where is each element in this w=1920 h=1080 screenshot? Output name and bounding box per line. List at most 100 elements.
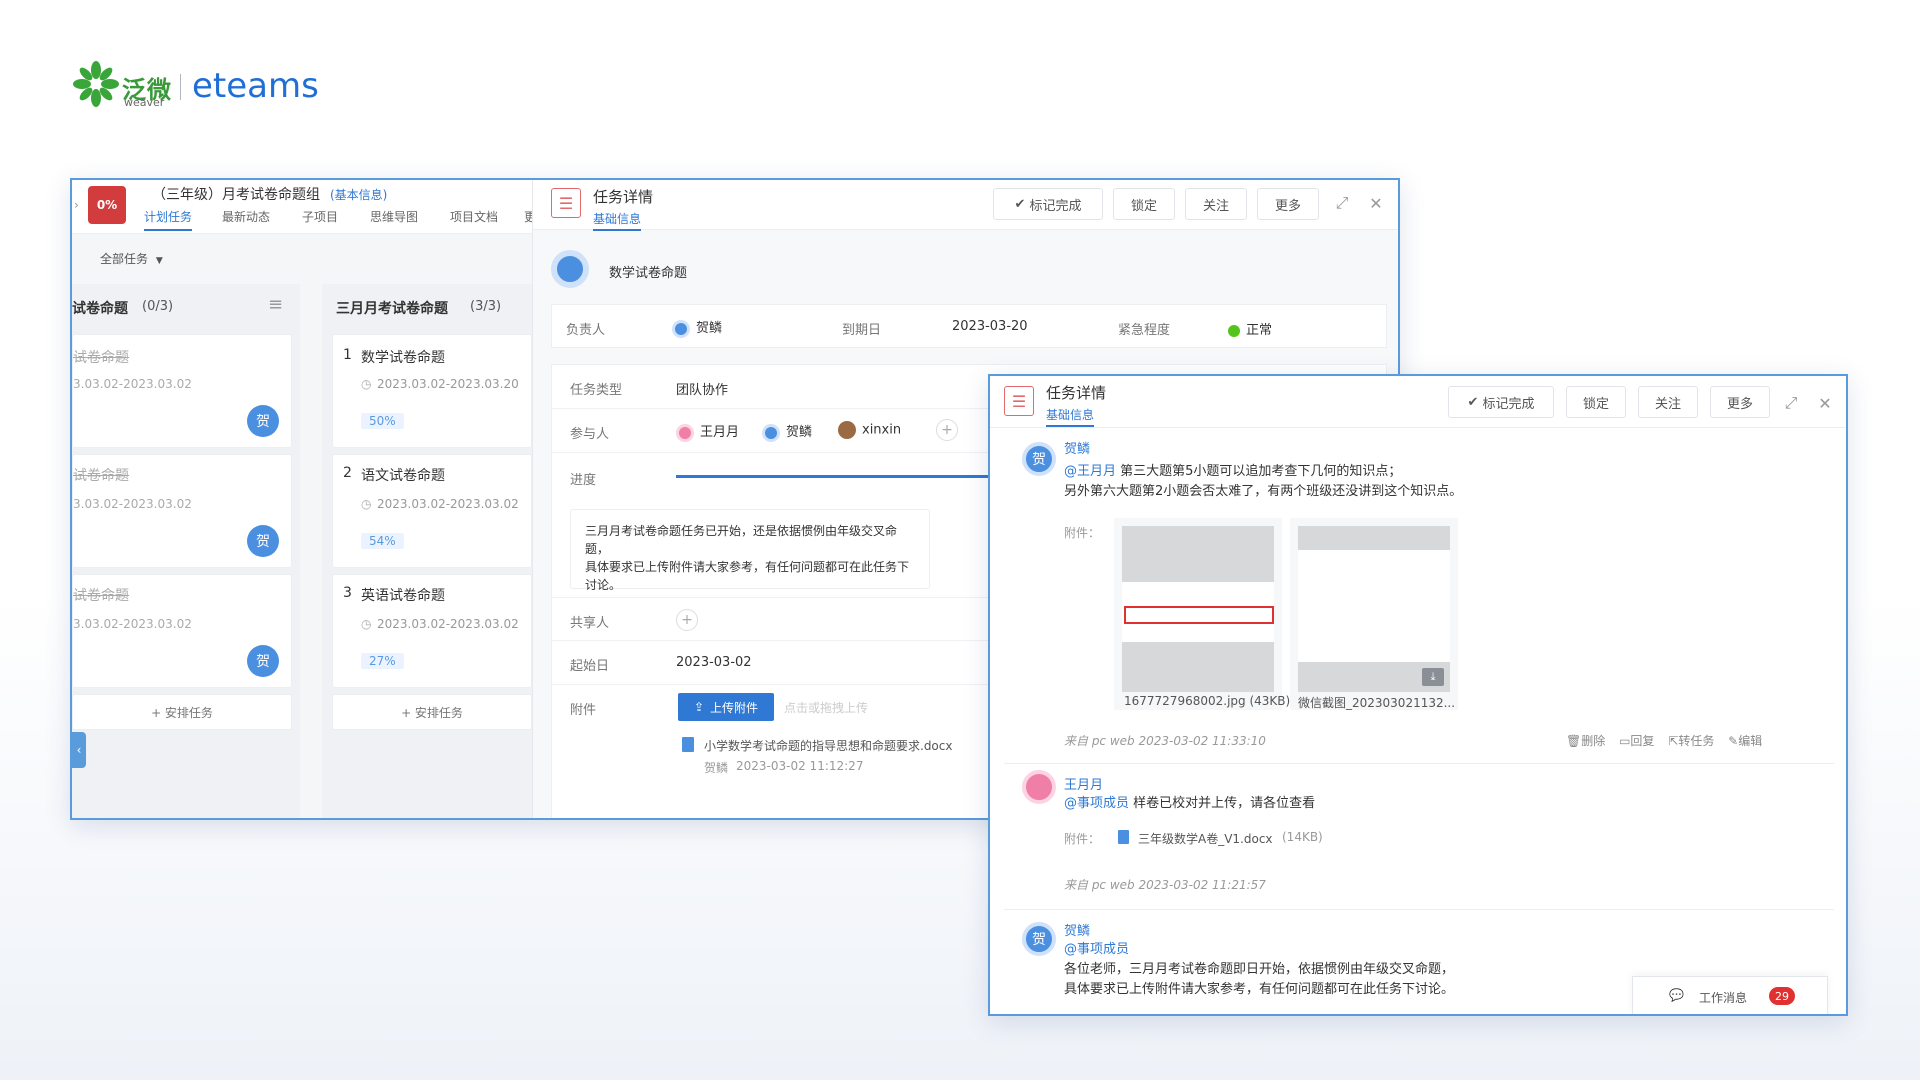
upload-hint[interactable]: 点击或拖拽上传 <box>784 699 868 716</box>
message-author[interactable]: 贺鳞 <box>1064 438 1090 457</box>
progress-label: 进度 <box>570 473 597 488</box>
weaver-flower-icon <box>73 61 119 107</box>
mention[interactable]: @王月月 <box>1064 464 1116 479</box>
progress-slider[interactable] <box>676 475 996 478</box>
tab-mind-map[interactable]: 思维导图 <box>370 208 418 225</box>
add-task-button[interactable]: + 安排任务 <box>72 694 292 730</box>
participant[interactable]: 王月月 <box>676 421 739 442</box>
tab-project-docs[interactable]: 项目文档 <box>450 208 498 225</box>
task-filter-dropdown[interactable]: 全部任务 ▼ <box>100 250 163 267</box>
progress-badge: 27% <box>361 653 404 669</box>
type-value[interactable]: 团队协作 <box>676 379 728 398</box>
chevron-right-icon[interactable]: › <box>74 198 79 212</box>
delete-action[interactable]: 删除 <box>1581 734 1605 748</box>
participant-name: 贺鳞 <box>786 425 813 440</box>
project-info-link[interactable]: (基本信息) <box>330 186 387 203</box>
task-card[interactable]: 试卷命题 3.03.02-2023.03.02 贺 <box>72 454 292 568</box>
task-name: 英语试卷命题 <box>361 588 445 604</box>
task-card[interactable]: 试卷命题 3.03.02-2023.03.02 贺 <box>72 574 292 688</box>
download-icon[interactable]: ⤓ <box>1422 668 1444 686</box>
to-task-action[interactable]: 转任务 <box>1678 734 1714 748</box>
urgency-text: 正常 <box>1246 323 1273 338</box>
message-body: @事项成员 样卷已校对并上传，请各位查看 <box>1064 794 1315 814</box>
upload-attachment-button[interactable]: ⇪ 上传附件 <box>678 693 774 721</box>
edit-action[interactable]: 编辑 <box>1738 734 1762 748</box>
attach-label: 附件： <box>1064 526 1101 540</box>
task-name: 试卷命题 <box>73 468 129 484</box>
tab-basic-info[interactable]: 基础信息 <box>1046 406 1095 427</box>
message-author[interactable]: 贺鳞 <box>1064 920 1090 939</box>
avatar <box>672 319 690 338</box>
column-count: (0/3) <box>142 299 174 314</box>
task-name: 数学试卷命题 <box>361 350 445 366</box>
expand-icon[interactable]: ⤢ <box>1782 393 1800 412</box>
add-task-button[interactable]: + 安排任务 <box>332 694 532 730</box>
task-card[interactable]: 3 英语试卷命题 ◷ 2023.03.02-2023.03.02 27% <box>332 574 532 688</box>
tab-subprojects[interactable]: 子项目 <box>302 208 338 225</box>
avatar: 贺 <box>247 645 279 677</box>
task-card[interactable]: 2 语文试卷命题 ◷ 2023.03.02-2023.03.02 54% <box>332 454 532 568</box>
project-tabs: 计划任务 最新动态 子项目 思维导图 项目文档 更 <box>144 208 536 232</box>
attachment-file-name[interactable]: 小学数学考试命题的指导思想和命题要求.docx <box>704 737 952 754</box>
image-attachment[interactable]: 1677727968002.jpg (43KB) <box>1114 518 1290 710</box>
clock-icon: ◷ <box>361 617 372 631</box>
project-title: （三年级）月考试卷命题组 <box>152 187 320 203</box>
word-file-icon <box>682 737 694 752</box>
reply-action[interactable]: 回复 <box>1630 734 1654 748</box>
tab-plan-tasks[interactable]: 计划任务 <box>144 208 193 231</box>
task-number: 3 <box>343 585 352 601</box>
detail-header: ☰ 任务详情 基础信息 ✔ 标记完成 锁定 关注 更多 ⤢ ✕ <box>533 180 1398 231</box>
add-participant-icon[interactable]: + <box>936 419 958 441</box>
tab-basic-info[interactable]: 基础信息 <box>593 210 642 231</box>
expand-icon[interactable]: ⤢ <box>1333 193 1351 212</box>
task-column-2: 三月月考试卷命题 (3/3) 1 数学试卷命题 ◷ 2023.03.02-202… <box>322 284 532 818</box>
mark-complete-button[interactable]: ✔ 标记完成 <box>993 188 1103 220</box>
participant[interactable]: xinxin <box>838 421 901 439</box>
message-actions: 🗑删除 ▭回复 ⇱转任务 ✎编辑 <box>1566 732 1762 749</box>
close-icon[interactable]: ✕ <box>1816 394 1834 413</box>
message-author[interactable]: 王月月 <box>1064 774 1103 793</box>
task-list-icon: ☰ <box>1004 386 1034 416</box>
follow-button[interactable]: 关注 <box>1185 188 1247 220</box>
lock-button[interactable]: 锁定 <box>1566 386 1626 418</box>
attachment-file-name[interactable]: 三年级数学A卷_V1.docx <box>1138 830 1273 847</box>
more-button[interactable]: 更多 <box>1710 386 1770 418</box>
attach-label: 附件 <box>570 703 597 718</box>
participants-label: 参与人 <box>570 427 610 442</box>
task-summary-row: 负责人 贺鳞 到期日 2023-03-20 紧急程度 正常 <box>551 304 1387 348</box>
close-icon[interactable]: ✕ <box>1367 194 1385 213</box>
task-date: 3.03.02-2023.03.02 <box>73 617 192 631</box>
mention[interactable]: @事项成员 <box>1064 940 1784 960</box>
edit-icon: ✎ <box>1728 734 1739 748</box>
task-card[interactable]: 试卷命题 3.03.02-2023.03.02 贺 <box>72 334 292 448</box>
task-date: 3.03.02-2023.03.02 <box>73 377 192 391</box>
add-sharer-icon[interactable]: + <box>676 609 698 631</box>
collapse-sidebar-icon[interactable]: ‹ <box>72 732 86 768</box>
urgency-value[interactable]: 正常 <box>1228 319 1272 338</box>
menu-icon[interactable]: ≡ <box>268 294 283 315</box>
work-message-bar[interactable]: 💬 工作消息 29 <box>1632 976 1828 1014</box>
mention[interactable]: @事项成员 <box>1064 796 1129 811</box>
description-line: 三月月考试卷命题任务已开始，还是依据惯例由年级交叉命题， <box>585 524 898 556</box>
mark-complete-button[interactable]: ✔ 标记完成 <box>1448 386 1554 418</box>
caret-down-icon: ▼ <box>155 256 163 266</box>
due-value[interactable]: 2023-03-20 <box>952 319 1028 334</box>
project-progress-badge: 0% <box>88 186 126 224</box>
start-value[interactable]: 2023-03-02 <box>676 655 752 670</box>
participant[interactable]: 贺鳞 <box>762 421 812 442</box>
avatar <box>762 423 780 442</box>
more-button[interactable]: 更多 <box>1257 188 1319 220</box>
image-attachment[interactable]: ⤓ 微信截图_202303021132... <box>1290 518 1458 710</box>
owner-label: 负责人 <box>566 323 606 338</box>
avatar <box>676 423 694 442</box>
participant-name: xinxin <box>862 422 902 438</box>
follow-button[interactable]: 关注 <box>1638 386 1698 418</box>
owner-value[interactable]: 贺鳞 <box>672 317 722 338</box>
lock-button[interactable]: 锁定 <box>1113 188 1175 220</box>
description-box[interactable]: 三月月考试卷命题任务已开始，还是依据惯例由年级交叉命题， 具体要求已上传附件请大… <box>570 509 930 592</box>
task-status-icon <box>551 250 589 288</box>
tab-latest-activity[interactable]: 最新动态 <box>222 208 270 225</box>
brand-logo: 泛微 weaver eteams <box>72 56 332 112</box>
reply-icon: ▭ <box>1619 734 1631 748</box>
task-card[interactable]: 1 数学试卷命题 ◷ 2023.03.02-2023.03.20 50% <box>332 334 532 448</box>
